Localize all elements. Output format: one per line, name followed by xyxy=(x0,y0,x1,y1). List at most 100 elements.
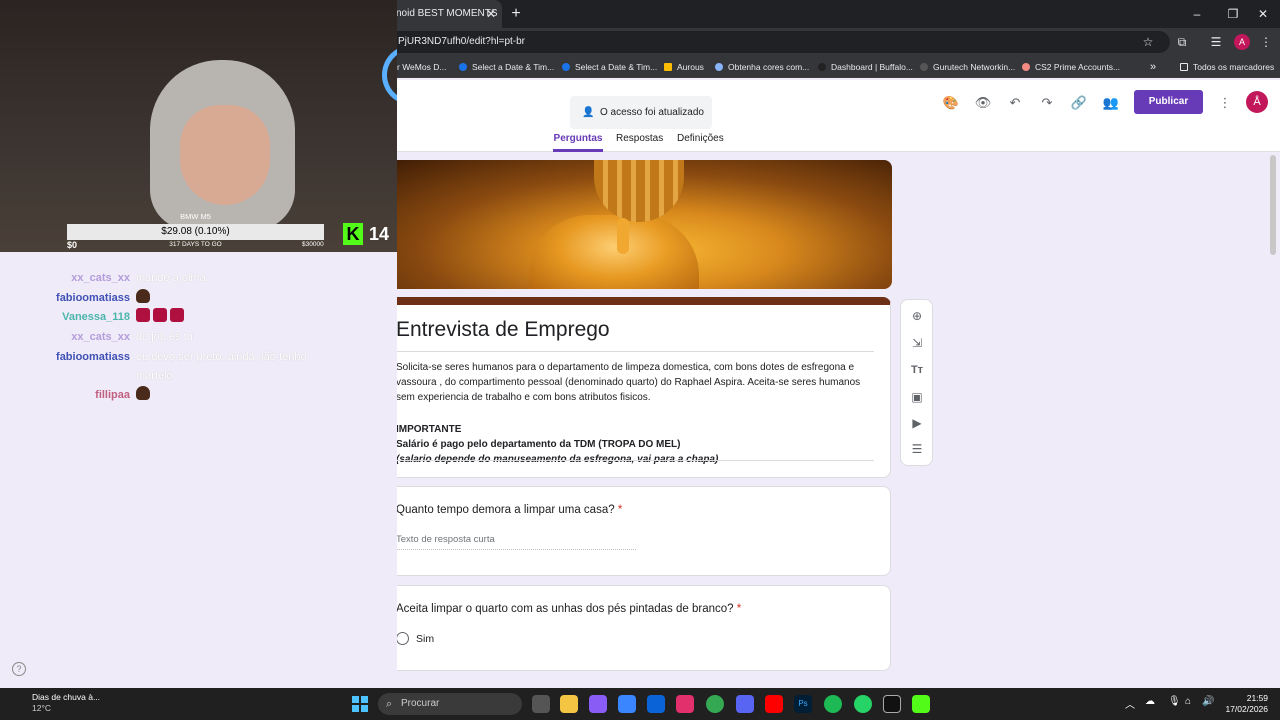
tab-questions[interactable]: Perguntas xyxy=(553,132,603,152)
network-icon[interactable]: ⌂ xyxy=(1185,696,1191,707)
whatsapp-icon[interactable] xyxy=(854,695,872,713)
discord-icon[interactable] xyxy=(736,695,754,713)
help-icon[interactable]: ? xyxy=(12,662,26,676)
system-clock[interactable]: 21:59 17/02/2026 xyxy=(1222,693,1268,715)
webcam-feed: BMW M5 $29.08 (0.10%) $0 317 DAYS TO GO … xyxy=(0,0,397,252)
link-icon[interactable]: 🔗 xyxy=(1068,92,1090,114)
chat-message: fabioomatiass xyxy=(0,289,397,307)
taskbar-search[interactable]: ⌕ Procurar xyxy=(378,693,522,715)
stock-max-label: $30000 xyxy=(302,241,324,248)
photoshop-icon[interactable]: Ps xyxy=(794,695,812,713)
search-placeholder: Procurar xyxy=(401,698,440,709)
preview-eye-icon[interactable]: 👁 xyxy=(972,92,994,114)
kick-app-icon[interactable] xyxy=(912,695,930,713)
add-question-icon[interactable]: ⊕ xyxy=(908,307,926,325)
weather-widget[interactable]: Dias de chuva à... 12°C xyxy=(14,692,100,714)
bookmark-item[interactable]: Select a Date & Tim... xyxy=(562,56,657,78)
emote-icon xyxy=(136,308,150,322)
more-options-icon[interactable]: ⋮ xyxy=(1214,92,1236,114)
outlook-icon[interactable] xyxy=(647,695,665,713)
close-window-button[interactable]: ✕ xyxy=(1246,0,1280,28)
chat-text: martelo xyxy=(136,370,173,382)
windows-start-icon[interactable] xyxy=(352,696,368,712)
short-answer-field[interactable]: Texto de resposta curta xyxy=(396,534,636,550)
maximize-button[interactable]: ❐ xyxy=(1216,0,1250,28)
form-title[interactable]: Entrevista de Emprego xyxy=(396,318,610,342)
folder-icon xyxy=(664,63,672,71)
person-icon: 👤 xyxy=(582,107,595,118)
question-title: Aceita limpar o quarto com as unhas dos … xyxy=(396,603,742,615)
stock-progress-bar: $29.08 (0.10%) xyxy=(67,224,324,240)
salary-text: Salário é pago pelo departamento da TDM … xyxy=(396,439,681,450)
obs-icon[interactable] xyxy=(883,695,901,713)
network-icon xyxy=(920,63,928,71)
form-title-card[interactable]: Entrevista de Emprego Solicita-se seres … xyxy=(379,297,891,478)
bookmark-item[interactable]: CS2 Prime Accounts... xyxy=(1022,56,1120,78)
palette-icon[interactable]: 🎨 xyxy=(940,92,962,114)
chat-text: mande a olma xyxy=(136,272,206,284)
volume-icon[interactable]: 🔊 xyxy=(1202,696,1214,707)
chat-message: fabioomatiass eu devo ser preto, ainda n… xyxy=(0,348,397,366)
tray-chevron-icon[interactable]: ︿ xyxy=(1125,696,1135,711)
calendar-icon xyxy=(562,63,570,71)
browser-tab[interactable]: noid BEST MOMENTS ✕ xyxy=(380,0,502,28)
chrome-icon[interactable] xyxy=(706,695,724,713)
question-card[interactable]: Quanto tempo demora a limpar uma casa? *… xyxy=(379,486,891,576)
bookmarks-overflow-button[interactable]: » xyxy=(1150,56,1156,78)
emote-icon xyxy=(153,308,167,322)
youtube-icon[interactable] xyxy=(765,695,783,713)
search-icon: ⌕ xyxy=(386,698,393,710)
chat-message: xx_cats_xx do job és tu xyxy=(0,328,397,346)
chrome-menu-icon[interactable]: ⋮ xyxy=(1256,32,1276,52)
bookmark-star-icon[interactable]: ☆ xyxy=(1138,32,1158,52)
address-bar[interactable]: PjUR3ND7ufh0/edit?hl=pt-br xyxy=(380,31,1170,53)
file-explorer-icon[interactable] xyxy=(560,695,578,713)
bookmark-item[interactable]: Select a Date & Tim... xyxy=(459,56,554,78)
chat-username: xx_cats_xx xyxy=(71,272,130,284)
chat-emotes xyxy=(136,386,153,404)
reading-list-icon[interactable]: ☰ xyxy=(1206,32,1226,52)
form-side-toolbar: ⊕ ⇲ Tт ▣ ▶ ☰ xyxy=(900,299,933,466)
task-view-icon[interactable] xyxy=(532,695,550,713)
chat-message: Vanessa_118 xyxy=(0,308,397,326)
add-video-icon[interactable]: ▶ xyxy=(908,414,926,432)
bookmark-item[interactable]: Dashboard | Buffalo... xyxy=(818,56,913,78)
tab-title: noid BEST MOMENTS xyxy=(396,8,498,19)
tab-close-icon[interactable]: ✕ xyxy=(486,0,496,28)
account-avatar[interactable]: Å xyxy=(1246,91,1268,113)
import-questions-icon[interactable]: ⇲ xyxy=(908,334,926,352)
store-icon[interactable] xyxy=(618,695,636,713)
cloud-icon[interactable]: ☁ xyxy=(1145,696,1155,707)
new-tab-button[interactable]: + xyxy=(506,4,526,24)
copilot-icon[interactable] xyxy=(589,695,607,713)
spotify-icon[interactable] xyxy=(824,695,842,713)
bookmark-item[interactable]: Aurous xyxy=(664,56,704,78)
undo-icon[interactable]: ↶ xyxy=(1004,92,1026,114)
form-description[interactable]: Solicita-se seres humanos para o departa… xyxy=(396,360,874,405)
minimize-button[interactable]: – xyxy=(1180,0,1214,28)
extensions-icon[interactable]: ⧉ xyxy=(1172,32,1192,52)
page-scrollbar[interactable] xyxy=(1270,155,1276,255)
instagram-icon[interactable] xyxy=(676,695,694,713)
publish-button[interactable]: Publicar xyxy=(1134,90,1203,114)
add-section-icon[interactable]: ☰ xyxy=(908,440,926,458)
stream-overlay: BMW M5 $29.08 (0.10%) $0 317 DAYS TO GO … xyxy=(0,0,397,688)
chat-message: fillipaa xyxy=(0,386,397,404)
radio-option[interactable] xyxy=(396,632,409,645)
add-collaborator-icon[interactable]: 👥 xyxy=(1100,92,1122,114)
emote-icon xyxy=(136,386,150,400)
tab-settings[interactable]: Definições xyxy=(677,132,724,152)
calendar-icon xyxy=(459,63,467,71)
redo-icon[interactable]: ↷ xyxy=(1036,92,1058,114)
all-bookmarks-button[interactable]: Todos os marcadores xyxy=(1180,56,1274,78)
profile-avatar[interactable]: A xyxy=(1234,34,1250,50)
microphone-icon[interactable]: 🎙 xyxy=(1168,696,1181,707)
bookmark-item[interactable]: Obtenha cores com... xyxy=(715,56,809,78)
tab-responses[interactable]: Respostas xyxy=(616,132,663,152)
access-updated-toast: 👤 O acesso foi atualizado xyxy=(570,96,712,129)
bookmark-item[interactable]: Gurutech Networkin... xyxy=(920,56,1015,78)
question-card[interactable]: Aceita limpar o quarto com as unhas dos … xyxy=(379,585,891,671)
add-title-icon[interactable]: Tт xyxy=(908,361,926,379)
bookmark-item[interactable]: r WeMos D... xyxy=(397,56,446,78)
add-image-icon[interactable]: ▣ xyxy=(908,388,926,406)
